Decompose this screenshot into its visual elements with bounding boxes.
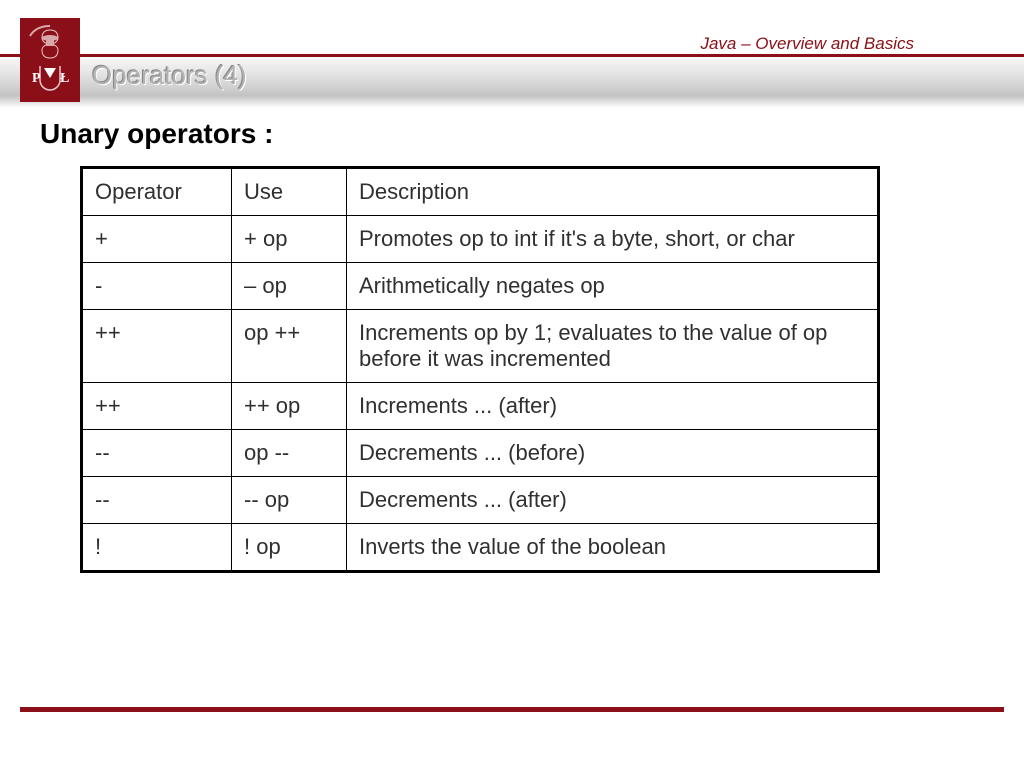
cell-operator: - xyxy=(82,263,232,310)
cell-description: Decrements ... (before) xyxy=(347,430,879,477)
cell-operator: -- xyxy=(82,430,232,477)
operators-table: Operator Use Description + + op Promotes… xyxy=(80,166,880,573)
cell-operator: ! xyxy=(82,524,232,572)
cell-description: Increments op by 1; evaluates to the val… xyxy=(347,310,879,383)
cell-use: ! op xyxy=(232,524,347,572)
col-header-use: Use xyxy=(232,168,347,216)
cell-operator: ++ xyxy=(82,310,232,383)
table-row: + + op Promotes op to int if it's a byte… xyxy=(82,216,879,263)
cell-operator: ++ xyxy=(82,383,232,430)
table-row: ! ! op Inverts the value of the boolean xyxy=(82,524,879,572)
col-header-operator: Operator xyxy=(82,168,232,216)
cell-description: Arithmetically negates op xyxy=(347,263,879,310)
section-heading: Unary operators : xyxy=(40,118,984,150)
course-label: Java – Overview and Basics xyxy=(700,34,914,54)
cell-use: ++ op xyxy=(232,383,347,430)
cell-use: op -- xyxy=(232,430,347,477)
header-red-rule xyxy=(0,54,1024,57)
cell-use: -- op xyxy=(232,477,347,524)
table-row: -- -- op Decrements ... (after) xyxy=(82,477,879,524)
table-header-row: Operator Use Description xyxy=(82,168,879,216)
logo-crest-icon: P Ł xyxy=(20,18,80,102)
table-row: ++ op ++ Increments op by 1; evaluates t… xyxy=(82,310,879,383)
content-area: Unary operators : Operator Use Descripti… xyxy=(40,118,984,573)
table-row: - – op Arithmetically negates op xyxy=(82,263,879,310)
cell-description: Decrements ... (after) xyxy=(347,477,879,524)
svg-text:P: P xyxy=(32,71,41,86)
cell-use: – op xyxy=(232,263,347,310)
cell-operator: + xyxy=(82,216,232,263)
col-header-description: Description xyxy=(347,168,879,216)
footer-red-rule xyxy=(20,707,1004,712)
svg-text:Ł: Ł xyxy=(60,71,69,86)
slide: Java – Overview and Basics P Ł Operators… xyxy=(0,0,1024,768)
table-body: + + op Promotes op to int if it's a byte… xyxy=(82,216,879,572)
cell-operator: -- xyxy=(82,477,232,524)
cell-description: Inverts the value of the boolean xyxy=(347,524,879,572)
university-logo: P Ł xyxy=(20,18,80,102)
cell-use: + op xyxy=(232,216,347,263)
cell-use: op ++ xyxy=(232,310,347,383)
cell-description: Increments ... (after) xyxy=(347,383,879,430)
slide-title: Operators (4) xyxy=(92,60,247,91)
table-row: -- op -- Decrements ... (before) xyxy=(82,430,879,477)
table-row: ++ ++ op Increments ... (after) xyxy=(82,383,879,430)
cell-description: Promotes op to int if it's a byte, short… xyxy=(347,216,879,263)
